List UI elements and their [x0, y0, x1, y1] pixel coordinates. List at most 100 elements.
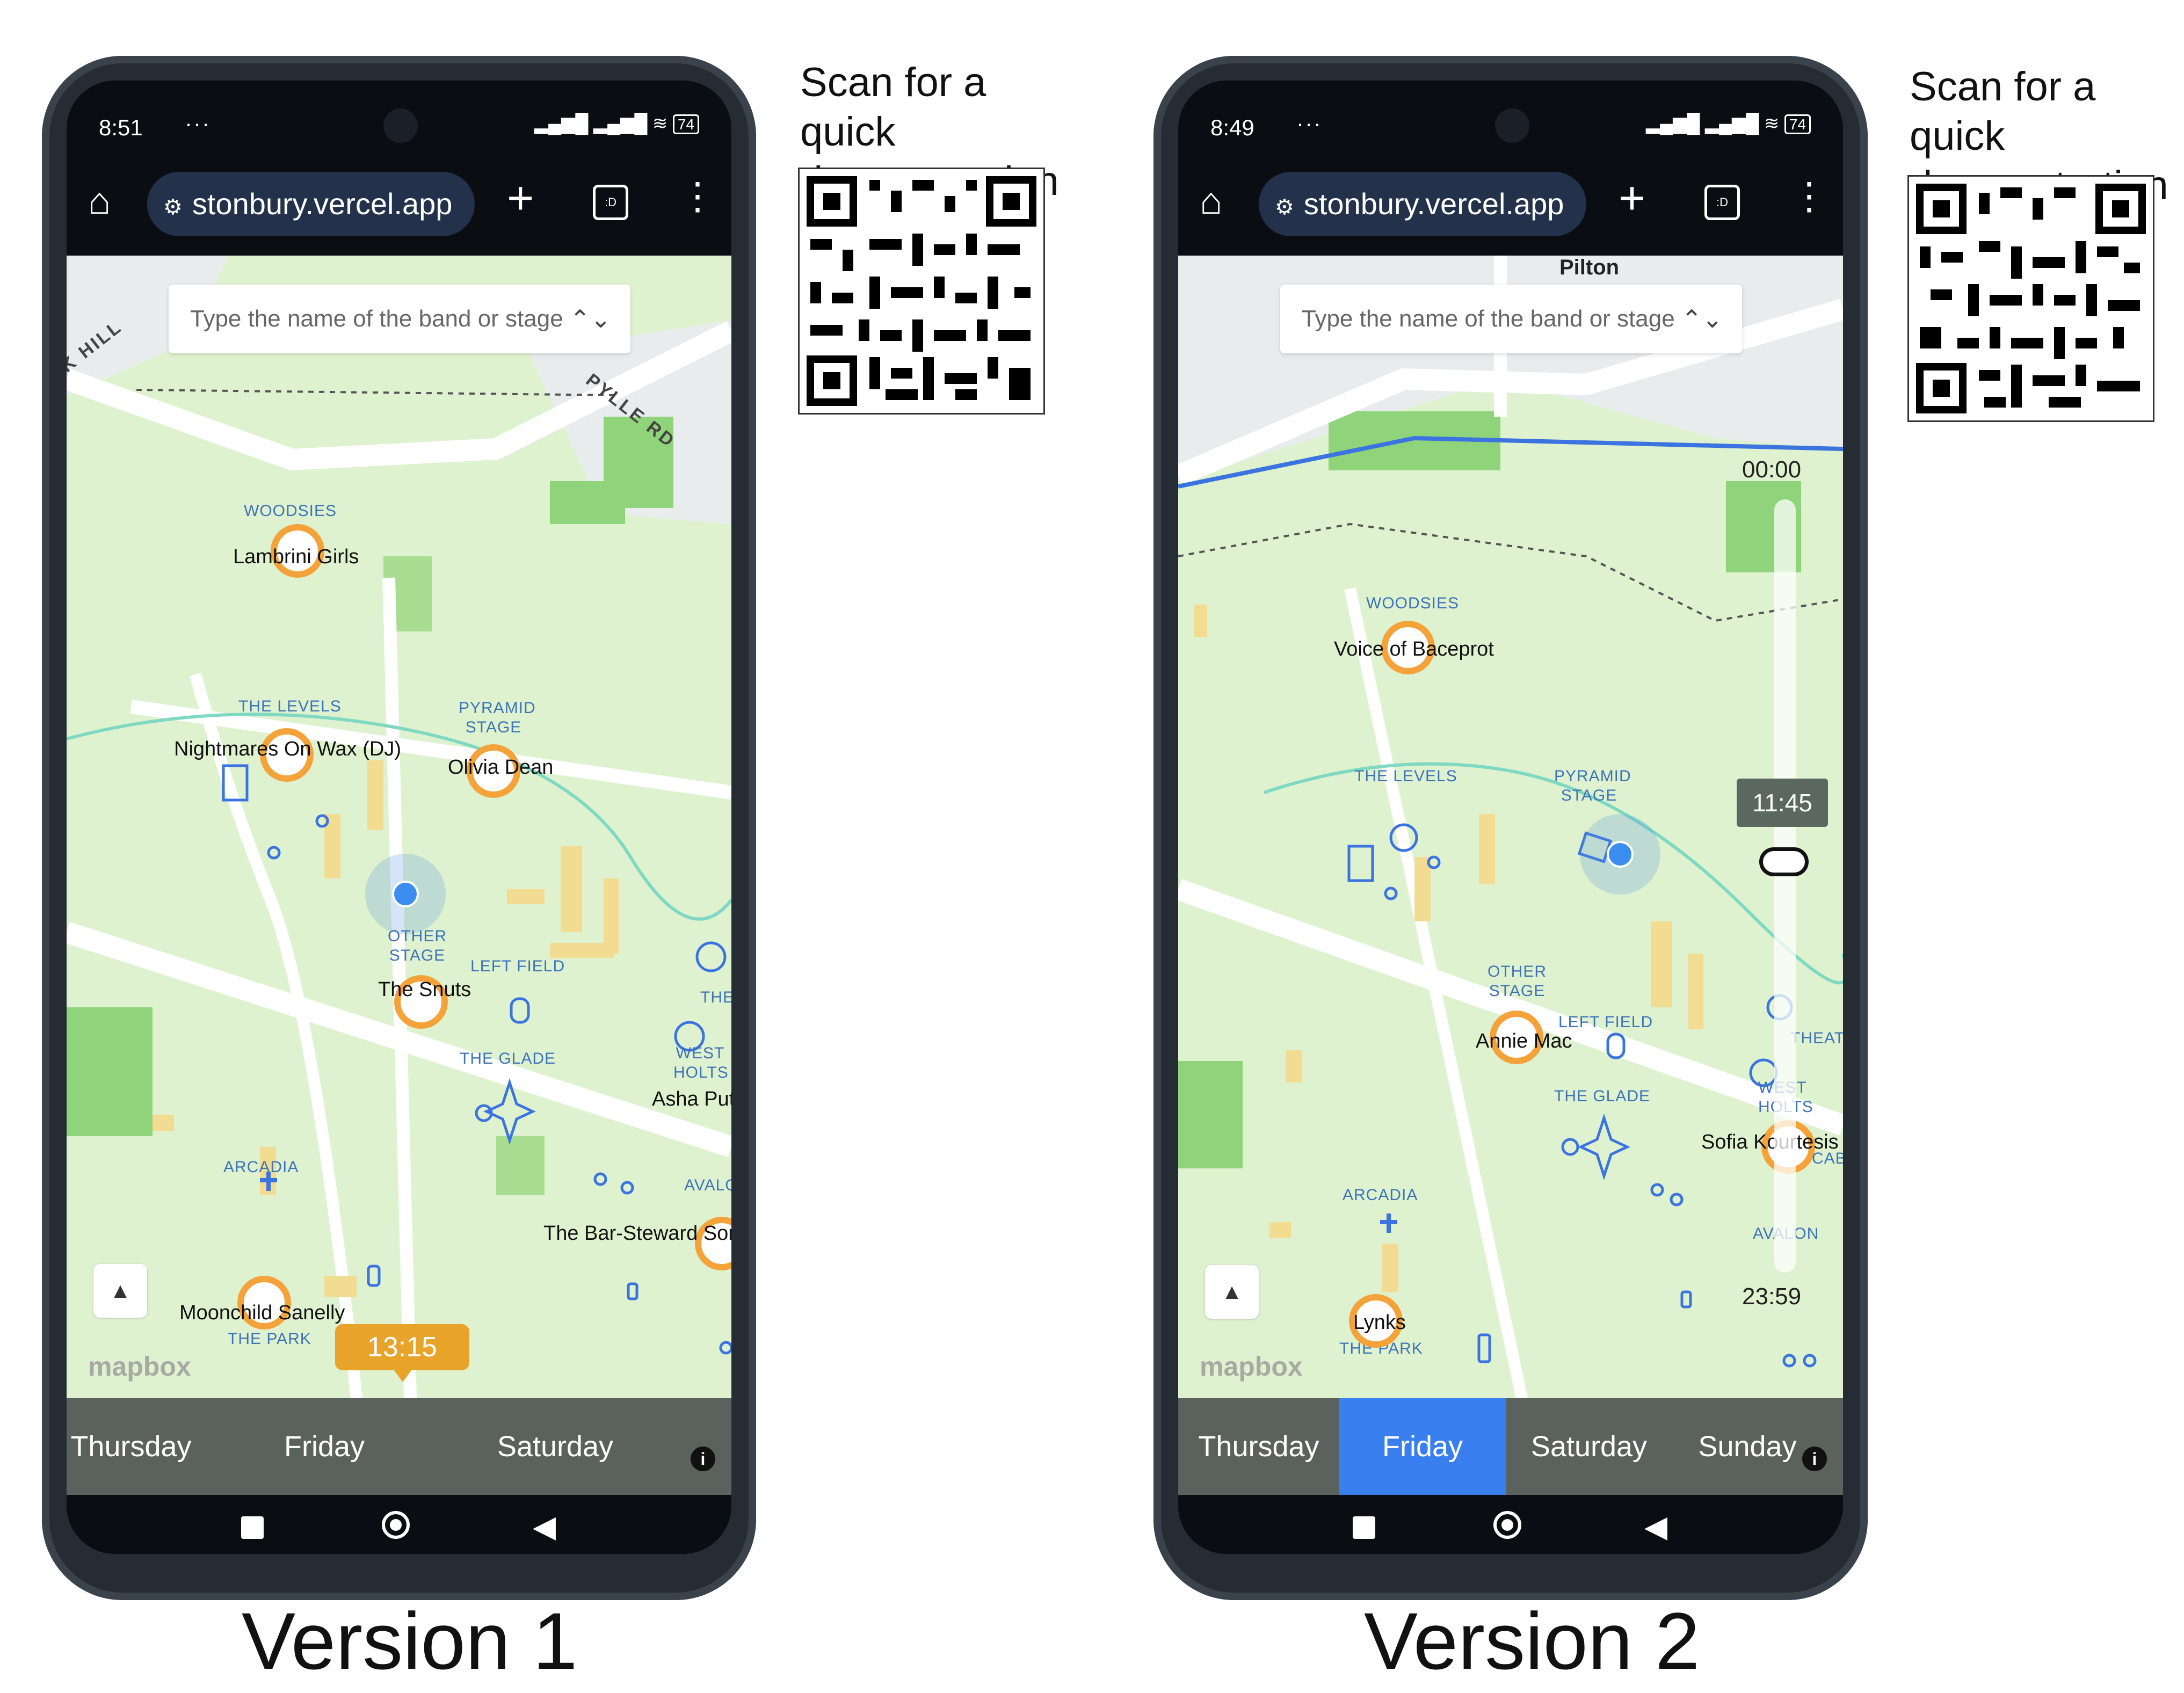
info-icon[interactable]: i — [691, 1447, 715, 1471]
stage-label-pyramid: PYRAMID STAGE — [459, 699, 536, 736]
stage-label-arcadia: ARCADIA — [223, 1158, 299, 1176]
back-button[interactable]: ◀ — [1644, 1509, 1667, 1544]
url-text: stonbury.vercel.app — [192, 187, 453, 221]
location-dot — [392, 881, 419, 907]
battery-icon: 74 — [1784, 114, 1811, 134]
camera-cutout — [383, 108, 418, 143]
act-label: Olivia Dean — [448, 756, 554, 779]
slider-current-time: 11:45 — [1737, 779, 1828, 827]
chevron-updown-icon[interactable]: ⌃⌄ — [570, 285, 611, 353]
qr-code-2[interactable] — [1907, 175, 2154, 422]
home-button[interactable] — [1493, 1511, 1521, 1539]
tab-switcher-button[interactable]: :D — [1704, 185, 1740, 220]
browser-toolbar: ⌂ ⚙ stonbury.vercel.app + :D ⋮ — [1178, 161, 1843, 247]
day-tab-friday[interactable]: Friday — [260, 1398, 389, 1495]
day-selector: Thursday Friday Saturday i — [67, 1398, 731, 1495]
status-dots: ··· — [1296, 111, 1322, 136]
act-label: Voice of Baceprot — [1334, 638, 1494, 660]
address-bar[interactable]: ⚙ stonbury.vercel.app — [1259, 172, 1586, 236]
site-settings-icon[interactable]: ⚙ — [1275, 195, 1294, 219]
version-1-caption: Version 1 — [242, 1596, 578, 1686]
chevron-updown-icon[interactable]: ⌃⌄ — [1681, 285, 1723, 353]
url-text: stonbury.vercel.app — [1303, 187, 1564, 221]
site-settings-icon[interactable]: ⚙ — [163, 195, 183, 219]
home-icon[interactable]: ⌂ — [1200, 179, 1222, 222]
phone-screen: 8:51 ··· ▂▄▆█ ▂▄▆█ ≋ 74 ⌂ ⚙ stonbury.verc… — [67, 81, 731, 1554]
menu-icon[interactable]: ⋮ — [1790, 174, 1828, 218]
status-bar: 8:51 ··· ▂▄▆█ ▂▄▆█ ≋ 74 — [67, 81, 731, 156]
day-tab-thursday[interactable]: Thursday — [67, 1398, 195, 1495]
status-bar: 8:49 ··· ▂▄▆█ ▂▄▆█ ≋ 74 — [1178, 81, 1843, 156]
act-label: The Snuts — [378, 978, 471, 1001]
menu-icon[interactable]: ⋮ — [679, 174, 716, 218]
home-button[interactable] — [382, 1511, 410, 1539]
stage-label-pyramid: PYRAMID STAGE — [1554, 767, 1631, 804]
act-label: Moonchild Sanelly — [179, 1302, 345, 1324]
stage-label-left-field: LEFT FIELD — [1558, 1013, 1653, 1031]
stage-label-the-levels: THE LEVELS — [238, 697, 342, 715]
phone-version-1: 8:51 ··· ▂▄▆█ ▂▄▆█ ≋ 74 ⌂ ⚙ stonbury.verc… — [42, 56, 756, 1600]
act-label: Annie Mac — [1476, 1030, 1572, 1052]
phone-screen: 8:49 ··· ▂▄▆█ ▂▄▆█ ≋ 74 ⌂ ⚙ stonbury.verc… — [1178, 81, 1843, 1554]
stage-label-the-glade: THE GLADE — [1554, 1087, 1651, 1105]
battery-icon: 74 — [672, 114, 699, 134]
slider-start-time: 00:00 — [1742, 456, 1802, 483]
location-dot — [1607, 841, 1634, 868]
stage-label-arcadia: ARCADIA — [1343, 1186, 1418, 1204]
mapbox-logo: mapbox — [88, 1352, 191, 1382]
day-tab-sunday[interactable]: Sunday — [1672, 1398, 1823, 1495]
time-tooltip: 13:15 — [335, 1324, 469, 1382]
new-tab-button[interactable]: + — [1619, 172, 1645, 225]
stage-label-avalon: AVALON — [684, 1176, 731, 1194]
stage-label-west-holts: WEST HOLTS — [673, 1044, 729, 1081]
day-selector: Thursday Friday Saturday Sunday i — [1178, 1398, 1843, 1495]
place-label-pilton: Pilton — [1559, 256, 1620, 279]
qr-code-icon — [807, 176, 1036, 406]
act-label: Lambrini Girls — [233, 546, 359, 568]
status-time: 8:51 — [99, 115, 143, 140]
festival-map[interactable]: Pilton Type the name of the band or stag… — [1178, 256, 1843, 1398]
slider-thumb[interactable] — [1759, 847, 1809, 876]
qr-code-icon — [1916, 184, 2146, 413]
day-tab-saturday[interactable]: Saturday — [1506, 1398, 1672, 1495]
day-tab-saturday[interactable]: Saturday — [485, 1398, 625, 1495]
festival-map[interactable]: Type the name of the band or stage ⌃⌄ K … — [67, 256, 731, 1398]
stage-label-the-glade: THE GLADE — [460, 1050, 556, 1067]
camera-cutout — [1495, 108, 1529, 143]
qr-code-1[interactable] — [798, 168, 1045, 415]
time-slider[interactable]: 00:00 11:45 23:59 — [1737, 456, 1843, 1316]
recents-button[interactable] — [241, 1516, 264, 1539]
status-time: 8:49 — [1210, 115, 1254, 140]
android-nav-bar: ◀ — [1178, 1495, 1843, 1554]
slider-end-time: 23:59 — [1742, 1283, 1802, 1310]
stage-label-other: OTHER STAGE — [388, 927, 447, 964]
signal-icon: ▂▄▆█ ▂▄▆█ — [1646, 113, 1759, 134]
act-label: The Bar-Steward Son — [543, 1222, 731, 1245]
back-button[interactable]: ◀ — [533, 1509, 556, 1544]
day-tab-thursday[interactable]: Thursday — [1178, 1398, 1339, 1495]
address-bar[interactable]: ⚙ stonbury.vercel.app — [147, 172, 475, 236]
compass-button[interactable]: ▲ — [93, 1264, 147, 1318]
status-dots: ··· — [185, 111, 211, 136]
act-label: Lynks — [1353, 1311, 1406, 1334]
compass-button[interactable]: ▲ — [1205, 1265, 1259, 1319]
version-2-caption: Version 2 — [1364, 1596, 1700, 1686]
wifi-icon: ≋ — [652, 113, 668, 134]
phone-version-2: 8:49 ··· ▂▄▆█ ▂▄▆█ ≋ 74 ⌂ ⚙ stonbury.verc… — [1153, 56, 1868, 1600]
stage-label-the-levels: THE LEVELS — [1354, 767, 1457, 785]
info-icon[interactable]: i — [1802, 1447, 1827, 1471]
browser-toolbar: ⌂ ⚙ stonbury.vercel.app + :D ⋮ — [67, 161, 731, 247]
search-input[interactable]: Type the name of the band or stage ⌃⌄ — [169, 285, 630, 353]
wifi-icon: ≋ — [1764, 113, 1780, 134]
recents-button[interactable] — [1353, 1516, 1375, 1539]
stage-label-the-park: THE PARK — [228, 1330, 311, 1348]
home-icon[interactable]: ⌂ — [88, 179, 111, 222]
tab-switcher-button[interactable]: :D — [593, 185, 628, 220]
new-tab-button[interactable]: + — [507, 172, 534, 225]
search-placeholder: Type the name of the band or stage — [1302, 306, 1675, 332]
search-input[interactable]: Type the name of the band or stage ⌃⌄ — [1280, 285, 1742, 353]
stage-label-left-field: LEFT FIELD — [470, 957, 565, 975]
day-tab-friday[interactable]: Friday — [1339, 1398, 1506, 1495]
slider-track[interactable] — [1774, 499, 1796, 1273]
user-location — [1580, 814, 1660, 895]
